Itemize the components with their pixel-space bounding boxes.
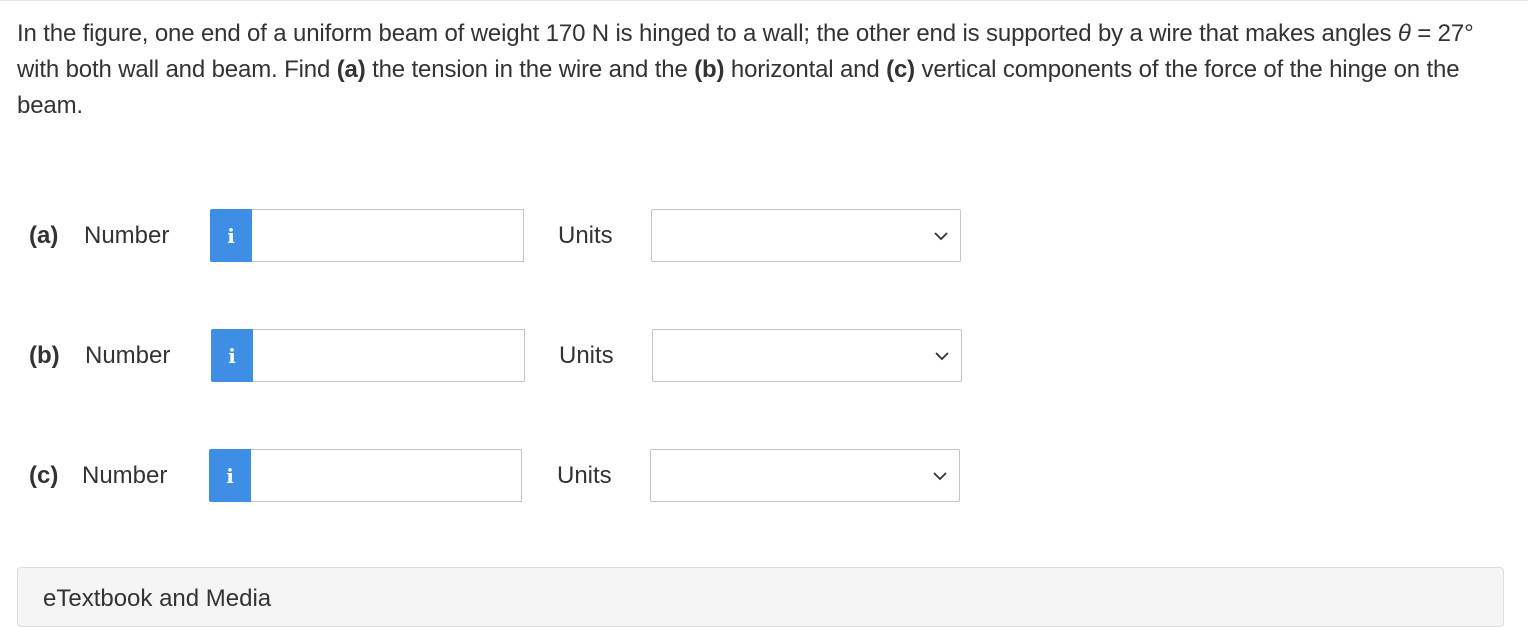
- number-input-a[interactable]: [252, 209, 524, 262]
- chevron-down-icon: [933, 472, 947, 481]
- answer-row-a: (a) Number i Units: [0, 209, 1000, 263]
- info-icon[interactable]: i: [210, 209, 252, 262]
- units-select-c[interactable]: [650, 449, 960, 502]
- chevron-down-icon: [935, 352, 949, 361]
- number-label-b: Number: [85, 342, 171, 369]
- question-text: In the figure, one end of a uniform beam…: [17, 16, 1512, 124]
- answer-row-b: (b) Number i Units: [0, 329, 1000, 383]
- units-label-c: Units: [557, 462, 612, 489]
- question-part-c-tag: (c): [886, 56, 915, 83]
- etextbook-media-title: eTextbook and Media: [43, 585, 272, 612]
- chevron-down-icon: [934, 232, 948, 241]
- question-segment: the tension in the wire and the: [365, 56, 695, 83]
- part-label-a: (a): [29, 222, 59, 249]
- question-part-b-tag: (b): [694, 56, 725, 83]
- number-label-a: Number: [84, 222, 170, 249]
- part-label-c: (c): [29, 462, 59, 489]
- number-input-b[interactable]: [253, 329, 525, 382]
- answer-row-c: (c) Number i Units: [0, 449, 1000, 503]
- etextbook-media-panel[interactable]: eTextbook and Media: [17, 567, 1504, 627]
- units-label-b: Units: [559, 342, 614, 369]
- number-label-c: Number: [82, 462, 168, 489]
- units-label-a: Units: [558, 222, 613, 249]
- number-input-c[interactable]: [251, 449, 522, 502]
- units-select-a[interactable]: [651, 209, 961, 262]
- info-icon[interactable]: i: [209, 449, 251, 502]
- part-label-b: (b): [29, 342, 60, 369]
- question-segment: In the figure, one end of a uniform beam…: [17, 20, 1398, 47]
- info-icon[interactable]: i: [211, 329, 253, 382]
- units-select-b[interactable]: [652, 329, 962, 382]
- theta-symbol: θ: [1397, 20, 1411, 47]
- top-divider: [0, 0, 1528, 1]
- question-part-a-tag: (a): [336, 56, 366, 83]
- question-segment: horizontal and: [724, 56, 887, 83]
